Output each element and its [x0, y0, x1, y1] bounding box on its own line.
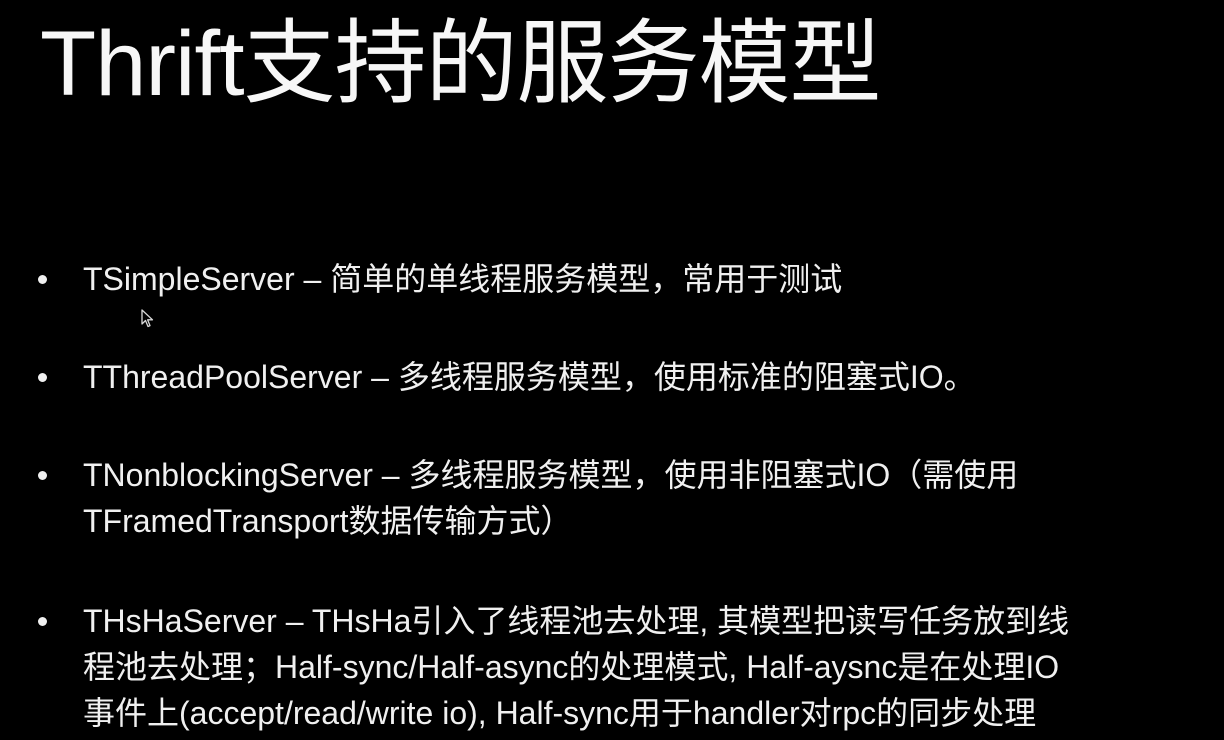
bullet-dot-icon	[38, 471, 47, 480]
bullet-text-line: THsHaServer – THsHa引入了线程池去处理, 其模型把读写任务放到…	[83, 603, 1070, 639]
slide-title: Thrift支持的服务模型	[40, 13, 882, 115]
bullet-text-line: 程池去处理；Half-sync/Half-async的处理模式, Half-ay…	[83, 649, 1060, 685]
bullet-dot-icon	[38, 617, 47, 626]
bullet-text-line: TFramedTransport数据传输方式）	[83, 503, 573, 539]
presentation-slide: Thrift支持的服务模型 TSimpleServer – 简单的单线程服务模型…	[0, 0, 1224, 740]
bullet-list: TSimpleServer – 简单的单线程服务模型，常用于测试 TThread…	[38, 256, 1208, 736]
bullet-item-tsimpleserver: TSimpleServer – 简单的单线程服务模型，常用于测试	[38, 256, 1208, 302]
bullet-text-line: TNonblockingServer – 多线程服务模型，使用非阻塞式IO（需使…	[83, 457, 1019, 493]
bullet-text-line: TThreadPoolServer – 多线程服务模型，使用标准的阻塞式IO。	[83, 359, 976, 395]
mouse-pointer-icon	[141, 309, 154, 328]
bullet-item-tnonblockingserver: TNonblockingServer – 多线程服务模型，使用非阻塞式IO（需使…	[38, 452, 1208, 544]
bullet-text-line: TSimpleServer – 简单的单线程服务模型，常用于测试	[83, 261, 843, 297]
bullet-dot-icon	[38, 373, 47, 382]
bullet-dot-icon	[38, 275, 47, 284]
bullet-item-thshaserver: THsHaServer – THsHa引入了线程池去处理, 其模型把读写任务放到…	[38, 598, 1208, 736]
bullet-item-tthreadpoolserver: TThreadPoolServer – 多线程服务模型，使用标准的阻塞式IO。	[38, 354, 1208, 400]
bullet-text-line: 事件上(accept/read/write io), Half-sync用于ha…	[83, 695, 1037, 731]
